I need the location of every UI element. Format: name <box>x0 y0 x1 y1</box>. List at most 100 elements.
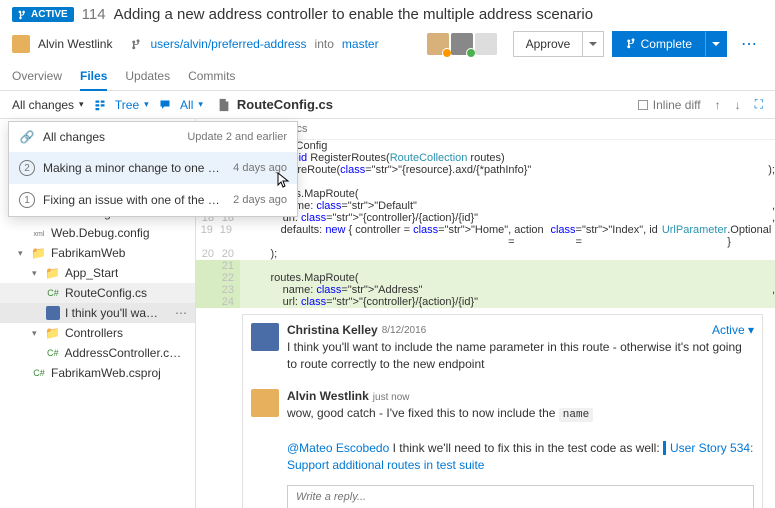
complete-button[interactable]: Complete <box>612 31 705 57</box>
tab-files[interactable]: Files <box>80 63 107 91</box>
changes-filter[interactable]: All changes▾ <box>12 98 84 112</box>
reviewer-avatar[interactable] <box>475 33 497 55</box>
more-actions[interactable]: ⋯ <box>735 34 763 54</box>
code-line[interactable]: 21 <box>196 260 775 272</box>
file-icon <box>32 367 46 379</box>
thread-status[interactable]: Active ▾ <box>712 323 754 337</box>
tree-label: RouteConfig.cs <box>65 286 147 300</box>
tree-file[interactable]: AddressController.cs [+] <box>0 343 195 363</box>
comment-thread: Christina Kelley 8/12/2016 Active ▾ I th… <box>242 314 763 508</box>
tree-label: FabrikamWeb <box>51 246 125 260</box>
diff-mode[interactable]: Inline diff <box>637 98 700 112</box>
chevron-down-icon: ▾ <box>79 99 84 110</box>
reply-box <box>287 485 754 508</box>
chevron-icon: ▾ <box>18 248 26 259</box>
tree-file[interactable]: FabrikamWeb.csproj <box>0 363 195 383</box>
approve-button[interactable]: Approve <box>513 31 584 57</box>
folder-icon: 📁 <box>31 246 46 260</box>
target-branch-link[interactable]: master <box>342 37 379 51</box>
update-number: 2 <box>19 160 35 176</box>
fullscreen[interactable]: ⛶ <box>755 97 763 112</box>
branch-icon <box>130 37 142 51</box>
into-label: into <box>315 37 334 51</box>
tree-label: Controllers <box>65 326 123 340</box>
folder-icon: 📁 <box>45 266 60 280</box>
code-line[interactable]: 1919 defaults: new { controller = class=… <box>196 224 775 248</box>
tree-label: Web.Debug.config <box>51 226 150 240</box>
file-icon <box>46 287 60 299</box>
next-diff[interactable]: ↓ <box>735 98 741 112</box>
approve-split-button: Approve <box>513 31 605 57</box>
avatar <box>251 323 279 351</box>
code-line[interactable]: 2020 ); <box>196 248 775 260</box>
tree-file[interactable]: Web.Debug.config <box>0 223 195 243</box>
comment-time: 8/12/2016 <box>382 325 427 336</box>
code-line[interactable]: 22 routes.MapRoute( <box>196 272 775 284</box>
tree-file[interactable]: RouteConfig.cs <box>0 283 195 303</box>
complete-dropdown[interactable] <box>705 31 727 57</box>
comment-author: Alvin Westlink <box>287 389 369 403</box>
branch-icon <box>18 10 28 20</box>
status-text: ACTIVE <box>31 9 68 20</box>
pr-tabs: Overview Files Updates Commits <box>0 63 775 91</box>
reviewer-avatar[interactable] <box>451 33 473 55</box>
comment-icon <box>159 99 171 111</box>
updates-dropdown: 🔗 All changes Update 2 and earlier 2 Mak… <box>8 121 298 217</box>
comment-time: just now <box>373 392 410 403</box>
dropdown-item-update[interactable]: 2 Making a minor change to one of t… 4 d… <box>9 152 297 184</box>
comment-text: I think you'll want to include the name … <box>287 339 754 373</box>
avatar <box>251 389 279 417</box>
dropdown-item-all[interactable]: 🔗 All changes Update 2 and earlier <box>9 122 297 152</box>
folder-icon: 📁 <box>45 326 60 340</box>
file-name: RouteConfig.cs <box>237 97 333 112</box>
tree-comment[interactable]: I think you'll wa… ⋯ <box>0 303 195 323</box>
comment: Christina Kelley 8/12/2016 Active ▾ I th… <box>243 315 762 381</box>
tab-commits[interactable]: Commits <box>188 63 235 90</box>
comment-text: wow, good catch - I've fixed this to now… <box>287 405 754 474</box>
more-icon[interactable]: ⋯ <box>175 306 187 320</box>
avatar <box>12 35 30 53</box>
code-line[interactable]: 24 url: class="str">"{controller}/{actio… <box>196 296 775 308</box>
file-icon <box>32 227 46 239</box>
chevron-down-icon <box>712 40 720 48</box>
complete-label: Complete <box>641 37 692 51</box>
dropdown-item-update[interactable]: 1 Fixing an issue with one of the new … … <box>9 184 297 216</box>
pr-subheader: Alvin Westlink users/alvin/preferred-add… <box>0 29 775 63</box>
file-header: RouteConfig.cs <box>213 97 628 112</box>
comment-author: Christina Kelley <box>287 323 378 337</box>
file-icon <box>46 347 59 359</box>
tree-folder[interactable]: ▾ 📁 Controllers <box>0 323 195 343</box>
code-line[interactable]: 23 name: class="str">"Address", <box>196 284 775 296</box>
tab-updates[interactable]: Updates <box>125 63 170 90</box>
chevron-icon: ▾ <box>32 328 40 339</box>
complete-split-button: Complete <box>612 31 727 57</box>
approve-dropdown[interactable] <box>583 31 604 57</box>
diff-options: Inline diff ↑ ↓ ⛶ <box>637 97 763 112</box>
tree-icon <box>94 99 106 111</box>
comment: Alvin Westlink just now wow, good catch -… <box>243 381 762 482</box>
diff-icon <box>637 99 649 111</box>
status-badge: ACTIVE <box>12 7 74 22</box>
pr-number: 114 <box>82 6 106 23</box>
comment-filter[interactable]: All▾ <box>159 98 203 112</box>
files-toolbar: All changes▾ Tree▾ All▾ RouteConfig.cs I… <box>0 91 775 119</box>
source-branch-link[interactable]: users/alvin/preferred-address <box>150 37 306 51</box>
merge-icon <box>625 38 637 50</box>
avatar <box>46 306 60 320</box>
tree-label: FabrikamWeb.csproj <box>51 366 161 380</box>
pr-title: Adding a new address controller to enabl… <box>114 6 593 23</box>
chevron-down-icon: ▾ <box>144 99 149 110</box>
tree-label: App_Start <box>65 266 118 280</box>
reply-input[interactable] <box>287 485 754 508</box>
tree-label: AddressController.cs [+] <box>64 346 187 360</box>
mention[interactable]: @Mateo Escobedo <box>287 441 389 455</box>
prev-diff[interactable]: ↑ <box>715 98 721 112</box>
tab-overview[interactable]: Overview <box>12 63 62 90</box>
chevron-icon: ▾ <box>32 268 40 279</box>
tree-label: I think you'll wa… <box>65 306 158 320</box>
reviewer-avatar[interactable] <box>427 33 449 55</box>
chevron-down-icon <box>589 40 597 48</box>
tree-folder[interactable]: ▾ 📁 App_Start <box>0 263 195 283</box>
tree-folder[interactable]: ▾ 📁 FabrikamWeb <box>0 243 195 263</box>
tree-toggle[interactable]: Tree▾ <box>94 98 149 112</box>
